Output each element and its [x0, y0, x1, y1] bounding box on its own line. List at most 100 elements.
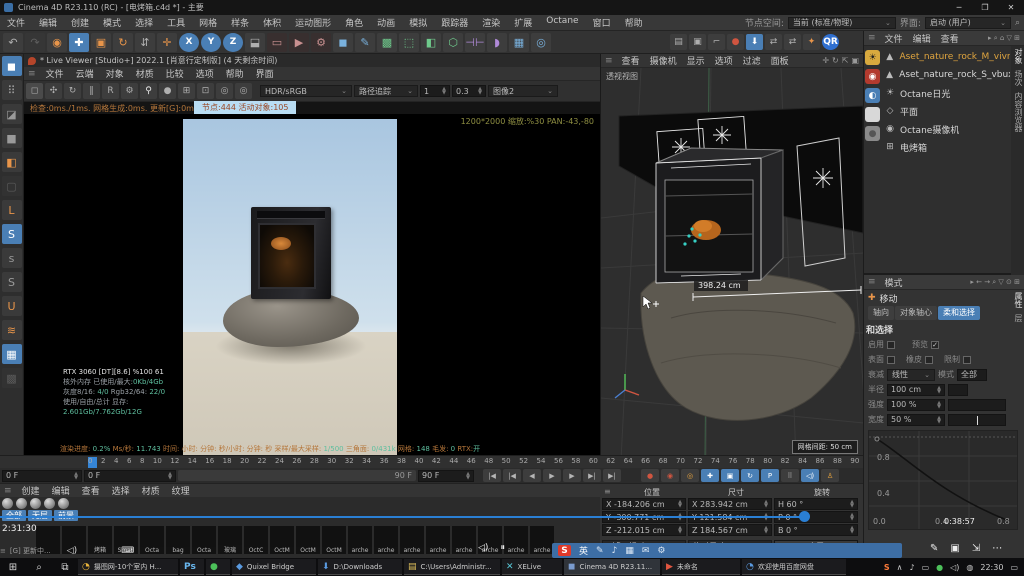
more-icon[interactable]: ⋯ — [992, 543, 1002, 554]
menu-item[interactable]: 模式 — [96, 16, 128, 29]
current-frame-field-2[interactable]: 0 F▲▼ — [84, 470, 176, 482]
workplane-grid-icon[interactable]: ▦ — [2, 344, 22, 364]
taskbar-explorer[interactable]: ▤C:\Users\Administr... — [404, 559, 500, 575]
live-viewer-menu-item[interactable]: 对象 — [100, 67, 130, 80]
radius-field[interactable]: 100 cm▲▼ — [887, 384, 945, 396]
live-viewer-menu-item[interactable]: 帮助 — [220, 67, 250, 80]
render-view-icon[interactable]: ▭ — [267, 33, 287, 52]
taskbar-downloads[interactable]: ⬇D:\Downloads — [318, 559, 402, 575]
sogou-tools-icon[interactable]: ⚙ — [657, 546, 665, 556]
lv-focus-icon[interactable]: ◎ — [216, 83, 233, 99]
zoom-view-icon[interactable]: ⇱ — [842, 56, 849, 65]
material-thumbnail[interactable]: Octa — [192, 526, 216, 554]
snap-modes-icon[interactable]: s — [2, 248, 22, 268]
tray-display-icon[interactable]: ▭ — [922, 563, 930, 572]
goto-start-button[interactable]: |◀ — [483, 469, 501, 482]
manager-tab[interactable]: 对象 — [1011, 48, 1024, 64]
material-thumbnail[interactable]: arche — [452, 526, 476, 554]
menu-item[interactable]: 窗口 — [586, 16, 618, 29]
live-viewer-menu-item[interactable]: 界面 — [250, 67, 280, 80]
snap-enable-icon[interactable]: S — [2, 224, 22, 244]
tray-sogou-icon[interactable]: S — [884, 563, 890, 572]
orbit-view-icon[interactable]: ↻ — [832, 56, 839, 65]
prev-key-button[interactable]: |◀ — [503, 469, 521, 482]
menu-item[interactable]: 文件 — [0, 16, 32, 29]
object-octane-camera[interactable]: ◉Octane摄像机 — [884, 120, 1010, 138]
lv-pause-icon[interactable]: ‖ — [83, 83, 100, 99]
autokey-button[interactable]: ◉ — [661, 469, 679, 482]
render-picture-viewer-icon[interactable]: ▶ — [289, 33, 309, 52]
material-thumbnail[interactable]: arche — [374, 526, 398, 554]
y-axis-lock-icon[interactable]: Y — [201, 33, 221, 52]
eraser-checkbox[interactable] — [925, 356, 933, 364]
enable-checkbox[interactable] — [887, 341, 895, 349]
lv-pin-icon[interactable]: ◎ — [235, 83, 252, 99]
model-mode-icon[interactable]: ◼ — [2, 56, 22, 76]
burger-icon[interactable]: ≡ — [601, 56, 617, 66]
scrollbar-handle[interactable] — [799, 511, 810, 522]
rotate-tool-icon[interactable]: ↻ — [113, 33, 133, 52]
rotation-h-field[interactable]: H 60 °▲▼ — [774, 498, 858, 510]
attribute-panel-tab[interactable]: 属性 — [1011, 292, 1024, 308]
material-menu-item[interactable]: 选择 — [106, 484, 136, 497]
lv-ball-icon[interactable]: ● — [159, 83, 176, 99]
record-position-button[interactable]: ✚ — [701, 469, 719, 482]
horizontal-scrollbar[interactable] — [0, 516, 806, 518]
material-thumbnail[interactable]: arche — [530, 526, 554, 554]
octane-region-render-icon[interactable]: ⌐ — [708, 34, 725, 50]
octane-swap-a-icon[interactable]: ⇄ — [765, 34, 782, 50]
menu-item[interactable]: 创建 — [64, 16, 96, 29]
x-axis-lock-icon[interactable]: X — [179, 33, 199, 52]
z-axis-lock-icon[interactable]: Z — [223, 33, 243, 52]
menu-item[interactable]: 渲染 — [475, 16, 507, 29]
subdivision-surface-icon[interactable]: ▩ — [377, 33, 397, 52]
menu-item[interactable]: 动画 — [370, 16, 402, 29]
menu-item[interactable]: 样条 — [224, 16, 256, 29]
material-menu-item[interactable]: 创建 — [16, 484, 46, 497]
tray-wechat-icon[interactable]: ● — [936, 563, 943, 572]
filter-light-icon[interactable]: ☀ — [865, 50, 880, 65]
sogou-mode[interactable]: 英 — [579, 544, 588, 557]
instance-icon[interactable]: ⬚ — [399, 33, 419, 52]
toggle-view-icon[interactable]: ▣ — [851, 56, 859, 65]
gpu-count-field[interactable]: 1▲▼ — [420, 85, 450, 97]
pause-overlay-icon[interactable]: ⏸ — [500, 543, 505, 553]
taskbar-clock[interactable]: 22:30 — [980, 563, 1003, 572]
material-thumbnail[interactable]: bag — [166, 526, 190, 554]
material-thumbnail[interactable]: OctM — [270, 526, 294, 554]
material-menu-item[interactable]: 材质 — [136, 484, 166, 497]
limit-checkbox[interactable] — [963, 356, 971, 364]
tray-hidden-icons[interactable]: ∧ — [897, 563, 903, 572]
pencil-icon[interactable]: ✎ — [930, 543, 938, 554]
attribute-mode-menu[interactable]: 模式 — [880, 276, 908, 289]
material-thumbnail[interactable]: 玻璃 — [218, 526, 242, 554]
material-thumbnail[interactable]: arche — [426, 526, 450, 554]
last-tools-icon[interactable]: ⇵ — [135, 33, 155, 52]
menu-item[interactable]: 网格 — [192, 16, 224, 29]
notification-icon[interactable]: ▭ — [1010, 563, 1018, 572]
taskbar-quixel-bridge[interactable]: ◆Quixel Bridge — [232, 559, 316, 575]
search-icon[interactable]: ⌕ — [1015, 18, 1020, 28]
material-menu-item[interactable]: 查看 — [76, 484, 106, 497]
menu-item[interactable]: 选择 — [128, 16, 160, 29]
menu-item[interactable]: 体积 — [256, 16, 288, 29]
lv-add-region-icon[interactable]: ⊞ — [178, 83, 195, 99]
viewport-menu-item[interactable]: 摄像机 — [645, 54, 682, 67]
menu-item[interactable]: 扩展 — [507, 16, 539, 29]
manager-tab[interactable]: 内容浏览器 — [1011, 92, 1024, 132]
subsample-field[interactable]: 0.3▲▼ — [452, 85, 486, 97]
taskbar-untitled[interactable]: ▶未命名 — [662, 559, 740, 575]
menu-item[interactable]: 编辑 — [32, 16, 64, 29]
move-tool-icon[interactable]: ✚ — [69, 33, 89, 52]
surface-checkbox[interactable] — [887, 356, 895, 364]
preview-range-slider[interactable]: 90 F — [178, 470, 416, 481]
filter-camera-icon[interactable]: ◉ — [865, 69, 880, 84]
octane-light-icon[interactable]: ✦ — [803, 34, 820, 50]
volume-icon[interactable]: ◁) — [67, 546, 77, 556]
volume-overlay-icon[interactable]: ◁) — [478, 543, 488, 553]
material-thumbnail[interactable]: OctC — [244, 526, 268, 554]
record-parameter-button[interactable]: P — [761, 469, 779, 482]
rotation-b-field[interactable]: B 0 °▲▼ — [774, 524, 858, 536]
record-scale-button[interactable]: ▣ — [721, 469, 739, 482]
sogou-board-icon[interactable]: ▦ — [625, 546, 634, 556]
